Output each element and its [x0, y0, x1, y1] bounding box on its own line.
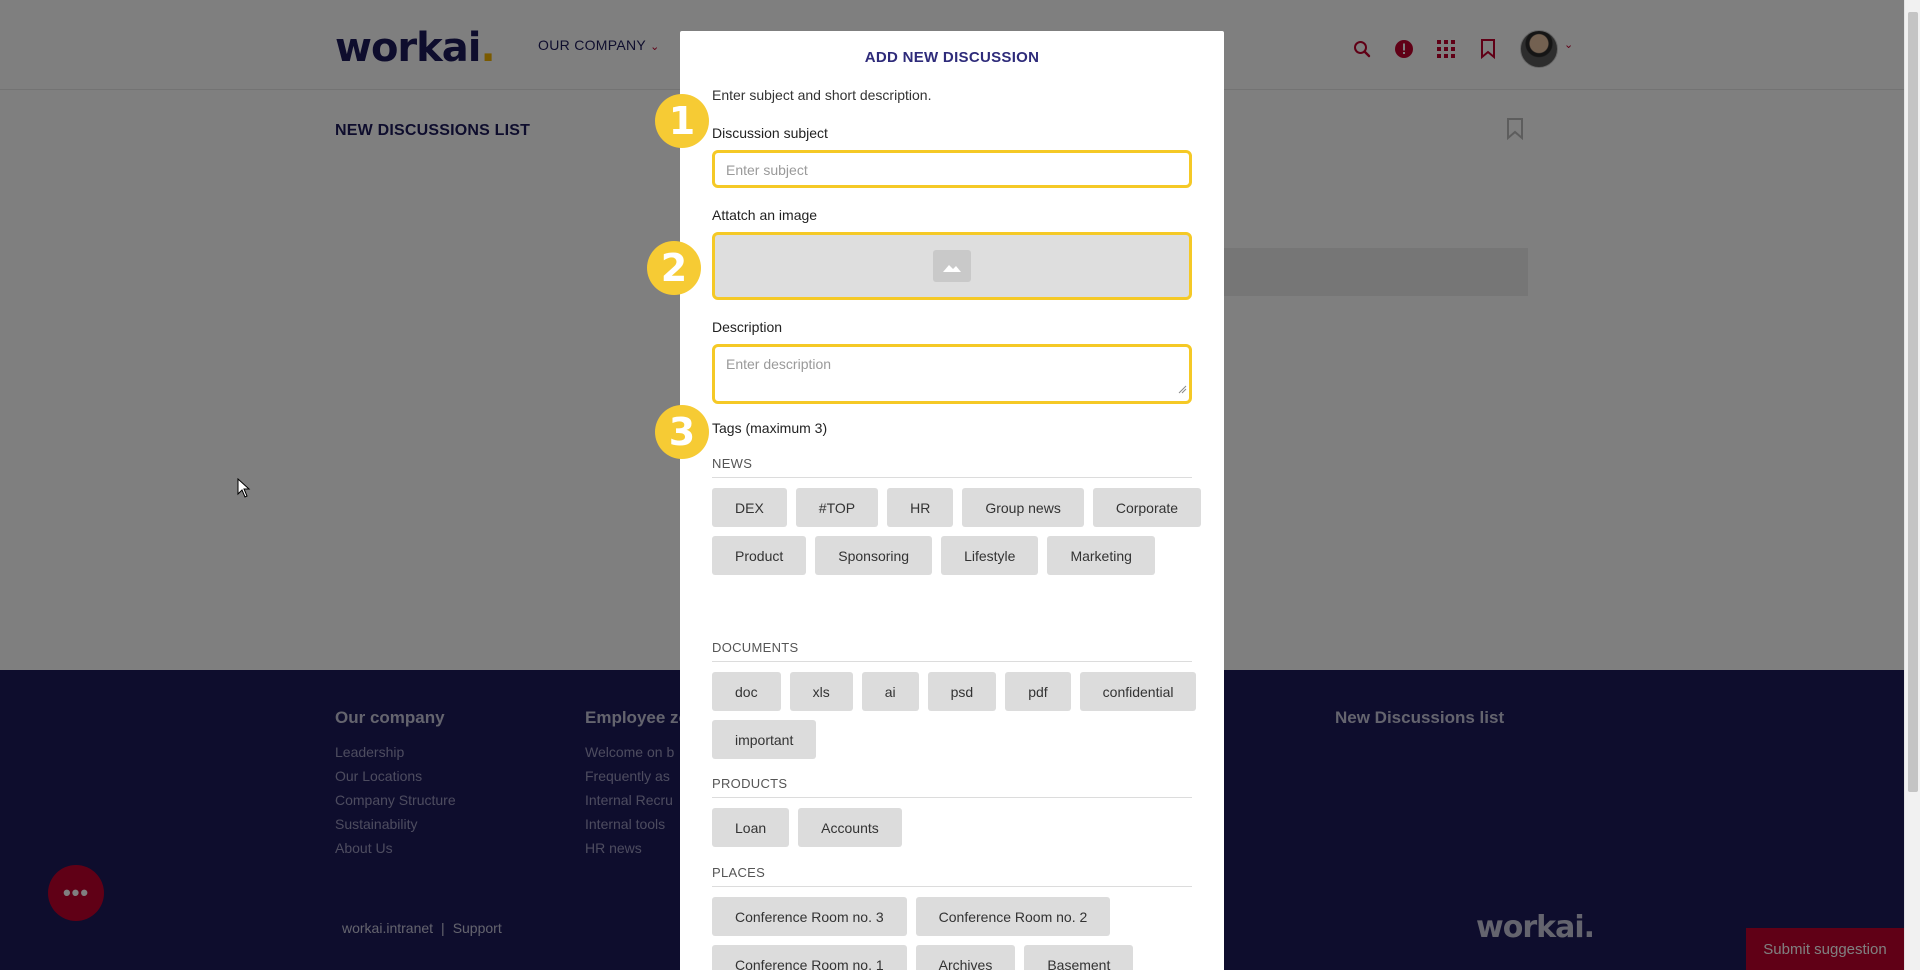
description-placeholder: Enter description: [726, 356, 832, 372]
tag-sponsoring[interactable]: Sponsoring: [815, 536, 933, 575]
tag-group-documents: DOCUMENTS: [712, 640, 1192, 662]
tag-group-places: PLACES: [712, 865, 1192, 887]
tag-hr[interactable]: HR: [887, 488, 954, 527]
subject-placeholder: Enter subject: [726, 162, 808, 178]
description-textarea[interactable]: Enter description: [712, 344, 1192, 404]
resize-handle-icon[interactable]: [1178, 381, 1187, 399]
tag-conference-room-2[interactable]: Conference Room no. 2: [915, 897, 1111, 936]
tag-pdf[interactable]: pdf: [1005, 672, 1071, 711]
tag-product[interactable]: Product: [712, 536, 807, 575]
tag-conference-room-1[interactable]: Conference Room no. 1: [712, 945, 907, 970]
tag-ai[interactable]: ai: [861, 672, 919, 711]
tags-products: Loan Accounts: [712, 808, 1202, 847]
tag-group-news: NEWS: [712, 456, 1192, 478]
subject-input[interactable]: Enter subject: [712, 150, 1192, 188]
tag-group-news-item[interactable]: Group news: [962, 488, 1084, 527]
modal-title: ADD NEW DISCUSSION: [864, 49, 1040, 66]
tag-accounts[interactable]: Accounts: [798, 808, 902, 847]
tag-xls[interactable]: xls: [789, 672, 853, 711]
tag-top[interactable]: #TOP: [795, 488, 879, 527]
tag-important[interactable]: important: [712, 720, 817, 759]
tag-archives[interactable]: Archives: [915, 945, 1016, 970]
tag-marketing[interactable]: Marketing: [1047, 536, 1155, 575]
page-scrollbar[interactable]: [1904, 0, 1920, 970]
tag-lifestyle[interactable]: Lifestyle: [941, 536, 1039, 575]
tags-places: Conference Room no. 3 Conference Room no…: [712, 897, 1202, 970]
step-badge-3: 3: [655, 405, 709, 459]
tag-group-products: PRODUCTS: [712, 776, 1192, 798]
mouse-cursor-icon: [237, 477, 251, 503]
description-label: Description: [712, 319, 783, 335]
add-discussion-modal: ADD NEW DISCUSSION Enter subject and sho…: [680, 31, 1224, 970]
tag-dex[interactable]: DEX: [712, 488, 787, 527]
tag-conference-room-3[interactable]: Conference Room no. 3: [712, 897, 907, 936]
image-icon: [933, 250, 971, 282]
tags-documents: doc xls ai psd pdf confidential importan…: [712, 672, 1202, 759]
modal-intro: Enter subject and short description.: [712, 87, 932, 103]
step-badge-1: 1: [655, 94, 709, 148]
tag-basement[interactable]: Basement: [1024, 945, 1134, 970]
image-label: Attatch an image: [712, 207, 818, 223]
tags-label: Tags (maximum 3): [712, 420, 828, 436]
tag-doc[interactable]: doc: [712, 672, 781, 711]
scrollbar-thumb[interactable]: [1908, 12, 1918, 792]
tag-psd[interactable]: psd: [927, 672, 997, 711]
tags-news: DEX #TOP HR Group news Corporate Product…: [712, 488, 1202, 575]
step-badge-2: 2: [647, 241, 701, 295]
subject-label: Discussion subject: [712, 125, 828, 141]
tag-corporate[interactable]: Corporate: [1092, 488, 1202, 527]
image-upload-field[interactable]: [712, 232, 1192, 300]
tag-loan[interactable]: Loan: [712, 808, 790, 847]
tag-confidential[interactable]: confidential: [1079, 672, 1197, 711]
